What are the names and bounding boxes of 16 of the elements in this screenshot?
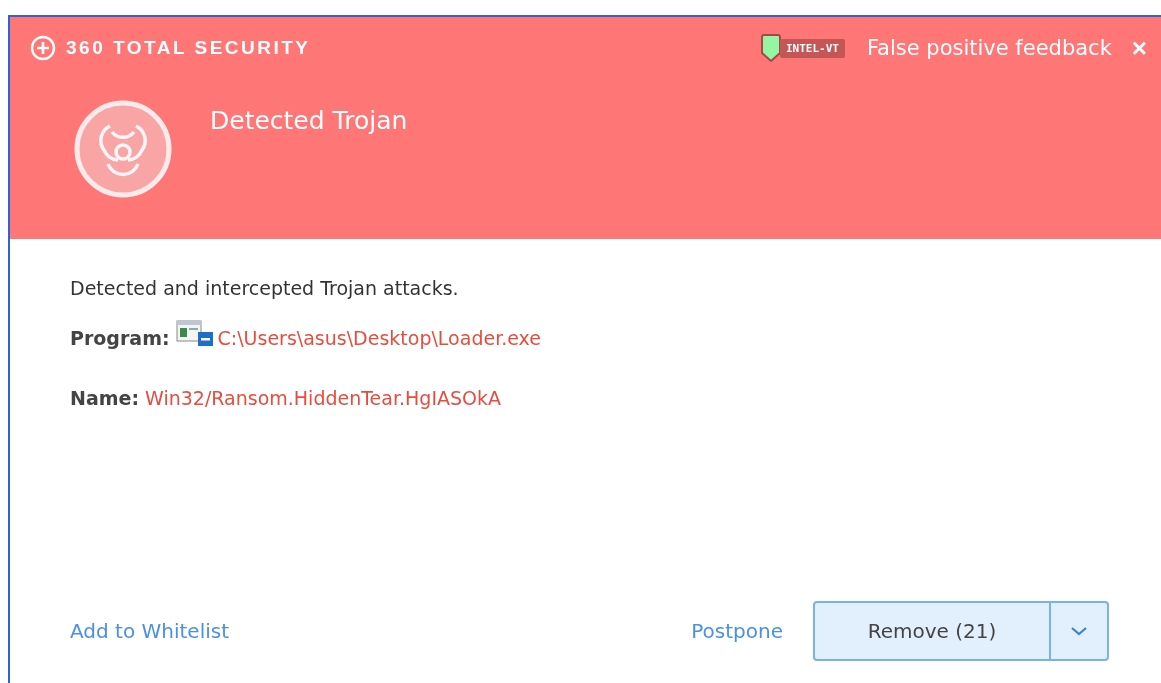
brand-name: 360 TOTAL SECURITY [66,37,311,59]
alert-title: Detected Trojan [210,106,408,135]
file-path: C:\Users\asus\Desktop\Loader.exe [217,327,541,349]
field-label: Name: [70,387,139,409]
plus-circle-icon [30,35,56,61]
false-positive-link[interactable]: False positive feedback [866,36,1112,60]
threat-name: Win32/Ransom.HiddenTear.HgIASOkA [145,387,502,409]
close-button[interactable]: × [1111,32,1161,64]
postpone-link[interactable]: Postpone [691,619,783,643]
chevron-down-icon [1070,626,1088,636]
shield-icon [759,34,782,62]
program-window-icon [175,320,214,348]
field-label: Program: [70,327,170,349]
intel-vt-badge: INTEL-VT [779,38,845,58]
detection-message: Detected and intercepted Trojan attacks. [70,277,460,299]
whitelist-link[interactable]: Add to Whitelist [70,619,230,643]
